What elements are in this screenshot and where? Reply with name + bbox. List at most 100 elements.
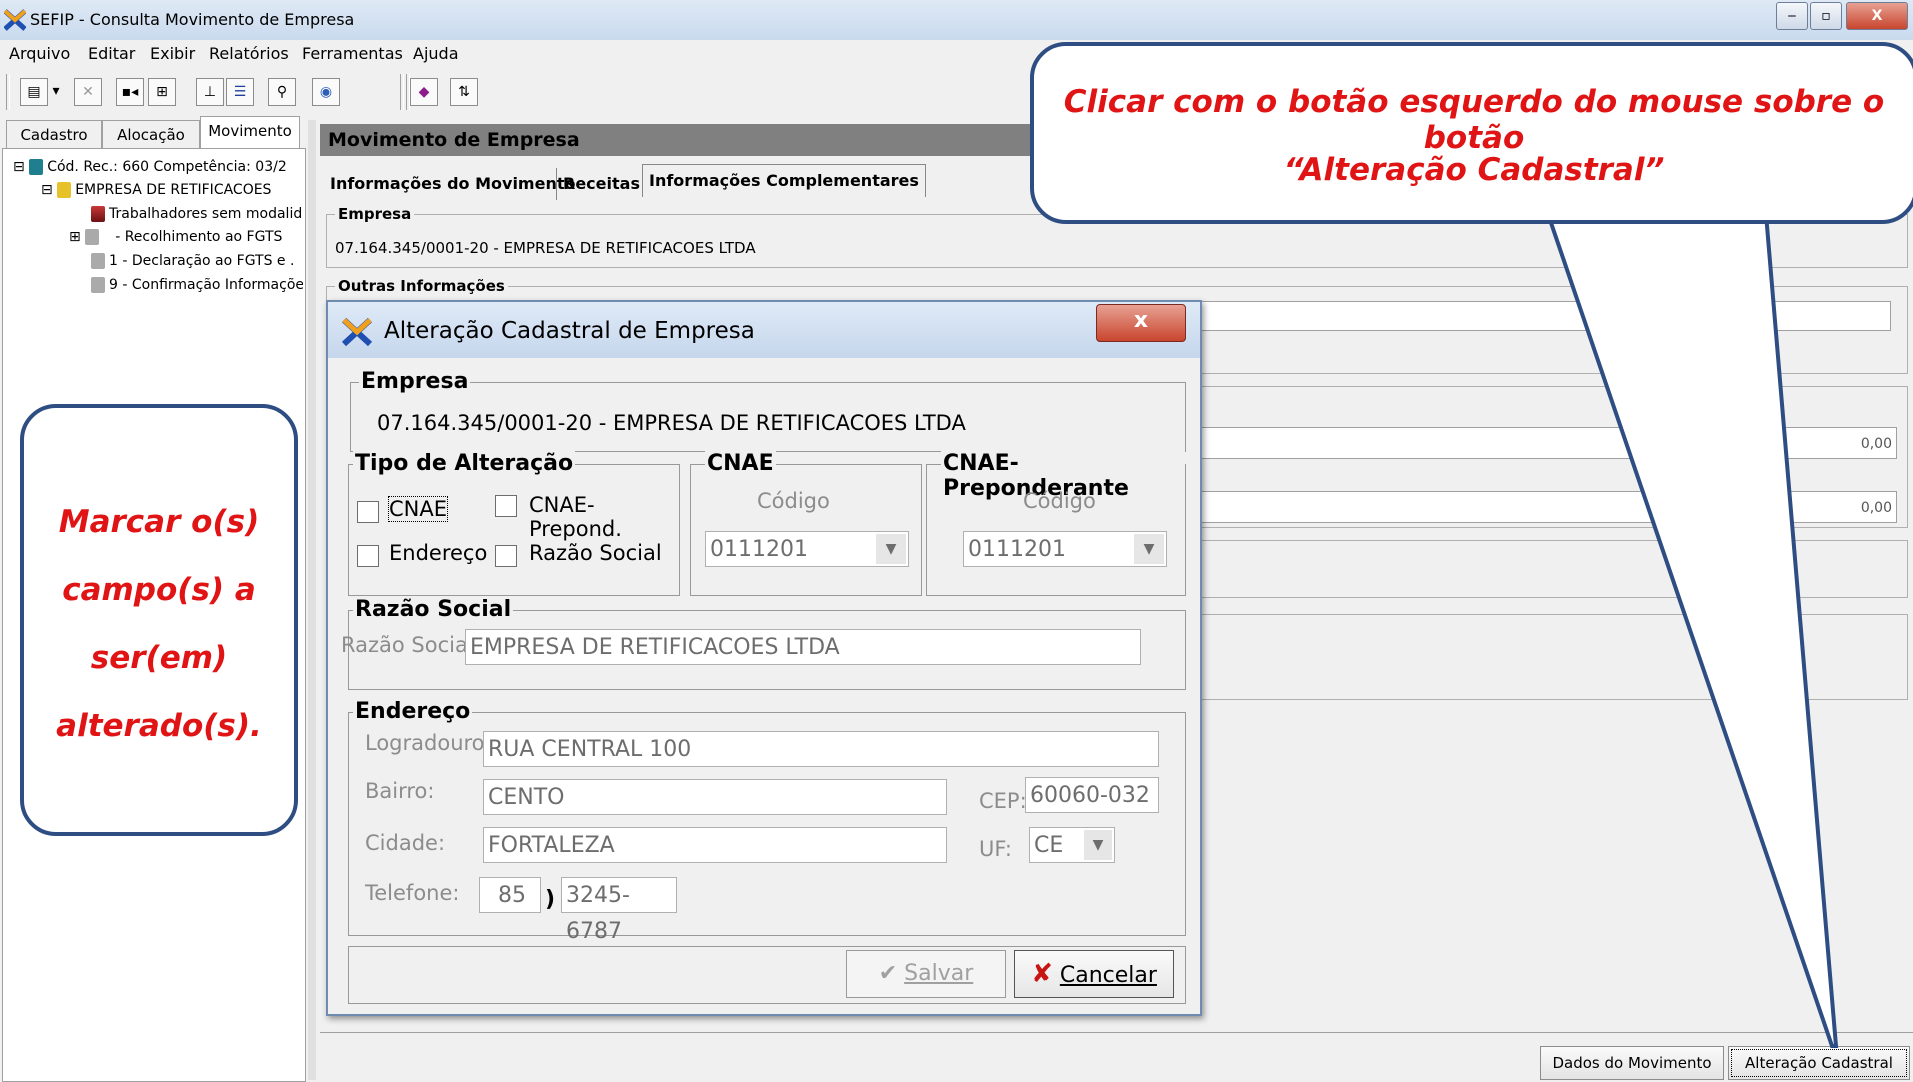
building-icon: [57, 182, 72, 198]
window-close-button[interactable]: X: [1846, 2, 1908, 30]
empresa-legend: Empresa: [335, 205, 415, 223]
dropdown-arrow-icon[interactable]: ▾: [48, 78, 64, 104]
binoculars-icon[interactable]: ⚲: [268, 78, 296, 106]
tipo-alteracao-group: Tipo de Alteração CNAE CNAE-Prepond. End…: [348, 451, 680, 596]
sefip-logo-icon: [4, 9, 26, 31]
salvar-button[interactable]: ✔ Salvar: [846, 950, 1006, 998]
tree-view-icon[interactable]: ⊞: [148, 78, 176, 106]
tab-informacoes-movimento[interactable]: Informações do Movimento: [324, 168, 581, 200]
callout-left-line2: campo(s) a: [62, 572, 256, 608]
computer-icon: [29, 159, 44, 175]
database-icon[interactable]: ◉: [312, 78, 340, 106]
tree-item-declaracao[interactable]: 1 - Declaração ao FGTS e .: [91, 253, 303, 269]
title-bar: SEFIP - Consulta Movimento de Empresa ‒ …: [0, 0, 1913, 40]
tab-movimento[interactable]: Movimento: [200, 116, 300, 149]
razao-social-group: Razão Social Razão Social : EMPRESA DE R…: [341, 597, 1186, 690]
extra-group-2: [1190, 614, 1908, 700]
check-icon: ✔: [878, 961, 898, 986]
move-left-icon[interactable]: ▪◂: [116, 78, 144, 106]
dialog-empresa-group: Empresa 07.164.345/0001-20 - EMPRESA DE …: [350, 369, 1186, 452]
tree-item-recolhimento[interactable]: ⊞ - Recolhimento ao FGTS: [69, 229, 303, 245]
cancelar-button[interactable]: ✘ Cancelar: [1014, 950, 1174, 998]
expand-icon[interactable]: ⊞: [69, 229, 81, 245]
alteracao-cadastral-button[interactable]: Alteração Cadastral: [1728, 1046, 1910, 1080]
cnae-preponderante-group: CNAE-Preponderante Código 0111201 ▼: [926, 451, 1186, 596]
tab-alocacao[interactable]: Alocação: [102, 120, 200, 149]
callout-top-line2: “Alteração Cadastral”: [1283, 152, 1665, 188]
tab-informacoes-complementares[interactable]: Informações Complementares: [642, 164, 926, 197]
telefone-label: Telefone:: [365, 881, 460, 905]
list-icon[interactable]: ☰: [226, 78, 254, 106]
minimize-button[interactable]: ‒: [1776, 2, 1808, 30]
menu-ajuda[interactable]: Ajuda: [413, 44, 459, 63]
sort-icon[interactable]: ⇅: [450, 78, 478, 106]
people-icon: [85, 229, 100, 245]
dialog-empresa-legend: Empresa: [359, 369, 471, 394]
cnae-select[interactable]: 0111201 ▼: [705, 531, 909, 567]
endereco-checkbox-label[interactable]: Endereço: [389, 541, 487, 565]
tipo-alteracao-legend: Tipo de Alteração: [353, 451, 576, 476]
telefone-field[interactable]: 3245-6787: [561, 877, 677, 944]
outras-informacoes-legend: Outras Informações: [335, 277, 508, 295]
cnae-prepond-checkbox-label[interactable]: CNAE-Prepond.: [529, 493, 679, 541]
eraser-icon[interactable]: ◆: [410, 78, 438, 106]
cnae-prepond-checkbox[interactable]: [495, 495, 517, 517]
chevron-down-icon[interactable]: ▼: [1134, 534, 1164, 564]
toolbar-separator: [6, 74, 10, 110]
endereco-checkbox[interactable]: [357, 545, 379, 567]
alteracao-cadastral-dialog: Alteração Cadastral de Empresa x Empresa…: [326, 300, 1202, 1016]
menu-editar[interactable]: Editar: [88, 44, 135, 63]
tree-item-confirmacao[interactable]: 9 - Confirmação Informaçõe: [91, 277, 303, 293]
ddd-field[interactable]: 85: [479, 877, 541, 913]
cidade-label: Cidade:: [365, 831, 446, 855]
hierarchy-icon[interactable]: ⊥: [196, 78, 224, 106]
dialog-close-button[interactable]: x: [1096, 304, 1186, 342]
delete-icon[interactable]: ✕: [74, 78, 102, 106]
phone-paren: ): [545, 887, 556, 912]
splitter[interactable]: [308, 120, 316, 1080]
callout-left-line3: ser(em): [90, 640, 228, 676]
cnae-prep-codigo-label: Código: [1023, 489, 1096, 513]
uf-label: UF:: [979, 837, 1012, 861]
valor-field-1[interactable]: 0,00: [1191, 427, 1897, 459]
collapse-icon[interactable]: ⊟: [13, 159, 25, 175]
menu-relatorios[interactable]: Relatórios: [209, 44, 289, 63]
content-header-title: Movimento de Empresa: [328, 129, 580, 151]
tree-item-trabalhadores[interactable]: Trabalhadores sem modalid: [91, 206, 303, 222]
cidade-field[interactable]: FORTALEZA: [483, 827, 947, 863]
razao-social-field[interactable]: EMPRESA DE RETIFICACOES LTDA: [465, 629, 1141, 665]
cnae-prep-select-value: 0111201: [968, 537, 1066, 562]
chevron-down-icon[interactable]: ▼: [876, 534, 906, 564]
people-icon: [91, 277, 105, 293]
toolbar: ▤ ▾ ✕ ▪◂ ⊞ ⊥ ☰ ⚲ ◉ ◆ ⇅: [0, 68, 1040, 122]
red-x-icon: ✘: [1031, 959, 1053, 989]
outras-informacoes-field[interactable]: [1193, 301, 1891, 331]
tab-cadastro[interactable]: Cadastro: [6, 120, 102, 149]
cnae-checkbox[interactable]: [357, 501, 379, 523]
razao-social-checkbox-label[interactable]: Razão Social: [529, 541, 662, 565]
uf-select[interactable]: CE ▼: [1029, 827, 1115, 863]
collapse-icon[interactable]: ⊟: [41, 182, 53, 198]
logradouro-field[interactable]: RUA CENTRAL 100: [483, 731, 1159, 767]
valor-field-2[interactable]: 0,00: [1191, 491, 1897, 523]
new-document-icon[interactable]: ▤: [20, 78, 48, 106]
logradouro-label: Logradouro:: [365, 731, 492, 755]
tab-receitas[interactable]: Receitas: [556, 168, 646, 200]
menu-arquivo[interactable]: Arquivo: [9, 44, 70, 63]
callout-top-line1: Clicar com o botão esquerdo do mouse sob…: [1063, 84, 1885, 156]
callout-left-line4: alterado(s).: [56, 708, 262, 744]
cnae-select-value: 0111201: [710, 537, 808, 562]
maximize-button[interactable]: ▫: [1810, 2, 1842, 30]
tree-item-empresa[interactable]: ⊟ EMPRESA DE RETIFICACOES: [41, 182, 303, 198]
tree-item-competencia[interactable]: ⊟ Cód. Rec.: 660 Competência: 03/2: [13, 159, 303, 175]
chevron-down-icon[interactable]: ▼: [1084, 830, 1112, 860]
bairro-field[interactable]: CENTO: [483, 779, 947, 815]
cnae-prep-select[interactable]: 0111201 ▼: [963, 531, 1167, 567]
dados-movimento-button[interactable]: Dados do Movimento: [1540, 1046, 1724, 1080]
razao-social-checkbox[interactable]: [495, 545, 517, 567]
endereco-legend: Endereço: [353, 699, 473, 724]
menu-exibir[interactable]: Exibir: [150, 44, 195, 63]
menu-ferramentas[interactable]: Ferramentas: [302, 44, 403, 63]
cep-field[interactable]: 60060-032: [1025, 777, 1159, 813]
cnae-checkbox-label[interactable]: CNAE: [387, 496, 449, 522]
